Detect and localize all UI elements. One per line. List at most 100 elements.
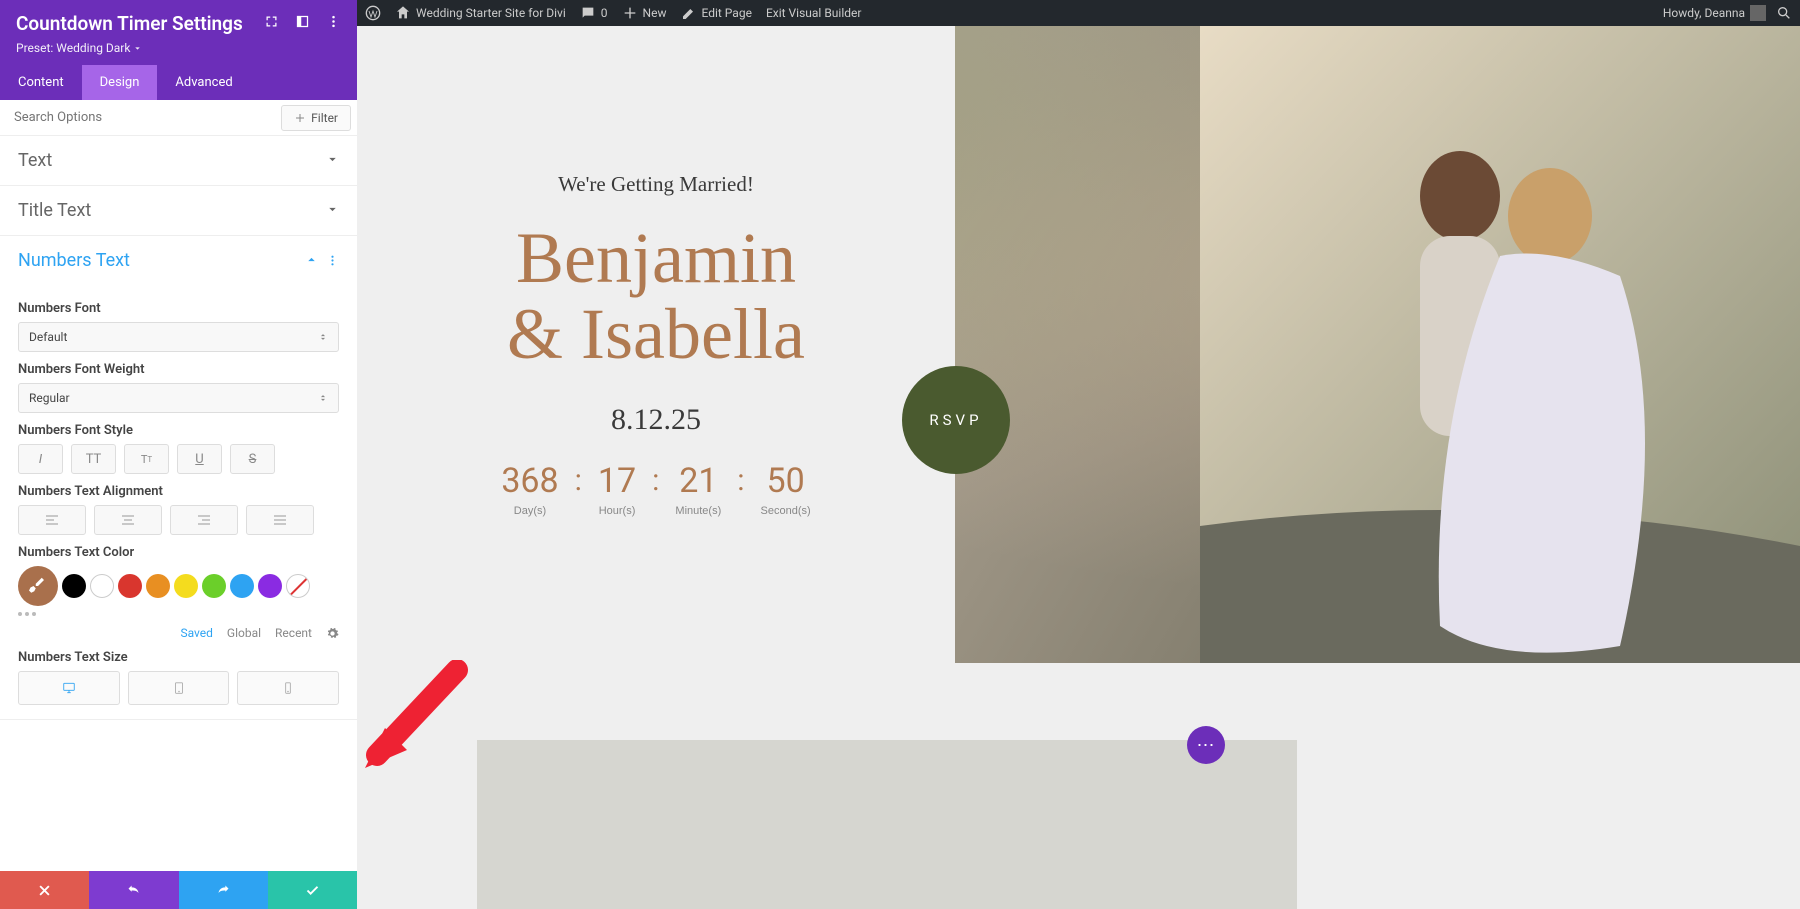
tab-design[interactable]: Design [82,65,158,100]
italic-button[interactable]: I [18,444,63,474]
howdy-link[interactable]: Howdy, Deanna [1663,5,1766,21]
numbers-weight-select[interactable]: Regular [18,383,339,413]
module-title: Countdown Timer Settings [16,12,243,35]
color-orange[interactable] [146,574,170,598]
color-purple[interactable] [258,574,282,598]
tab-content[interactable]: Content [0,65,82,100]
more-colors-indicator[interactable] [18,612,339,616]
updown-icon [318,393,328,403]
cd-seconds: 50 Second(s) [761,461,811,517]
cd-days-label: Day(s) [501,505,558,517]
numbers-align-label: Numbers Text Alignment [18,484,339,499]
color-tab-saved[interactable]: Saved [180,626,212,640]
expand-icon[interactable] [264,14,279,33]
color-picker-swatch[interactable] [18,566,58,606]
filter-button[interactable]: Filter [281,105,351,131]
align-right-button[interactable] [170,505,238,535]
divi-fab-button[interactable]: ⋯ [1187,726,1225,764]
page-preview: We're Getting Married! Benjamin & Isabel… [357,26,1800,909]
cd-minutes-value: 21 [675,461,721,501]
search-input[interactable] [0,100,281,135]
chevron-down-icon [326,201,339,220]
undo-button[interactable] [89,871,178,909]
color-white[interactable] [90,574,114,598]
hero-name-line1: Benjamin [516,221,796,297]
numbers-color-label: Numbers Text Color [18,545,339,560]
desktop-tab[interactable] [18,671,120,705]
updown-icon [318,332,328,342]
numbers-font-select[interactable]: Default [18,322,339,352]
chevron-down-icon [326,151,339,170]
redo-button[interactable] [179,871,268,909]
color-green[interactable] [202,574,226,598]
cd-sep: : [737,461,744,498]
preset-prefix: Preset: [16,41,53,55]
section-more-icon[interactable] [326,254,339,267]
color-black[interactable] [62,574,86,598]
sidebar-actions [0,871,357,909]
cd-days-value: 368 [501,461,558,501]
smallcaps-button[interactable]: TT [124,444,169,474]
phone-tab[interactable] [237,671,339,705]
section-numbers-content: Numbers Font Default Numbers Font Weight… [0,285,357,719]
search-icon[interactable] [1776,5,1792,21]
comments-link[interactable]: 0 [580,5,608,21]
hero-supertitle: We're Getting Married! [558,172,754,197]
edit-page-link[interactable]: Edit Page [681,5,752,21]
settings-body[interactable]: Text Title Text Numbers Text Numbers Fon… [0,136,357,871]
cancel-button[interactable] [0,871,89,909]
color-none[interactable] [286,574,310,598]
align-center-button[interactable] [94,505,162,535]
site-link[interactable]: Wedding Starter Site for Divi [395,5,566,21]
comments-count: 0 [601,6,608,20]
new-link[interactable]: New [622,5,667,21]
cd-seconds-label: Second(s) [761,505,811,517]
color-yellow[interactable] [174,574,198,598]
uppercase-button[interactable]: TT [71,444,116,474]
cd-seconds-value: 50 [761,461,811,501]
exit-vb-link[interactable]: Exit Visual Builder [766,6,862,20]
align-justify-button[interactable] [246,505,314,535]
map-section [477,740,1297,909]
dock-icon[interactable] [295,14,310,33]
hero-section: We're Getting Married! Benjamin & Isabel… [357,26,1800,663]
save-button[interactable] [268,871,357,909]
numbers-font-label: Numbers Font [18,301,339,316]
preset-name: Wedding Dark [56,41,130,55]
preset-selector[interactable]: Preset: Wedding Dark [16,41,341,55]
numbers-size-label: Numbers Text Size [18,650,339,665]
tablet-tab[interactable] [128,671,230,705]
section-text-header[interactable]: Text [0,136,357,185]
section-numbers-text: Numbers Text Numbers Font Default Number… [0,236,357,720]
color-source-tabs: Saved Global Recent [18,626,339,640]
new-label: New [643,6,667,20]
cd-sep: : [652,461,659,498]
section-title-text-header[interactable]: Title Text [0,186,357,235]
underline-button[interactable]: U [177,444,222,474]
more-icon[interactable] [326,14,341,33]
align-left-button[interactable] [18,505,86,535]
select-value: Default [29,330,67,344]
howdy-label: Howdy, Deanna [1663,6,1745,20]
wp-admin-bar: Wedding Starter Site for Divi 0 New Edit… [357,0,1800,26]
tab-advanced[interactable]: Advanced [157,65,250,100]
sidebar-header: Countdown Timer Settings Preset: Wedding… [0,0,357,65]
filter-label: Filter [311,111,338,125]
color-red[interactable] [118,574,142,598]
hero-text-box: We're Getting Married! Benjamin & Isabel… [357,26,955,663]
select-value: Regular [29,391,70,405]
plus-icon [294,112,306,124]
avatar [1750,5,1766,21]
cd-sep: : [575,461,582,498]
rsvp-button[interactable]: RSVP [902,366,1010,474]
gear-icon[interactable] [326,627,339,640]
cd-hours-label: Hour(s) [598,505,636,517]
strikethrough-button[interactable]: S [230,444,275,474]
color-tab-recent[interactable]: Recent [275,626,312,640]
wp-logo-icon[interactable] [365,5,381,21]
color-blue[interactable] [230,574,254,598]
cd-minutes: 21 Minute(s) [675,461,721,517]
color-tab-global[interactable]: Global [227,626,261,640]
countdown-timer[interactable]: 368 Day(s) : 17 Hour(s) : 21 Minute(s) :… [501,461,810,517]
section-numbers-text-header[interactable]: Numbers Text [0,236,357,285]
